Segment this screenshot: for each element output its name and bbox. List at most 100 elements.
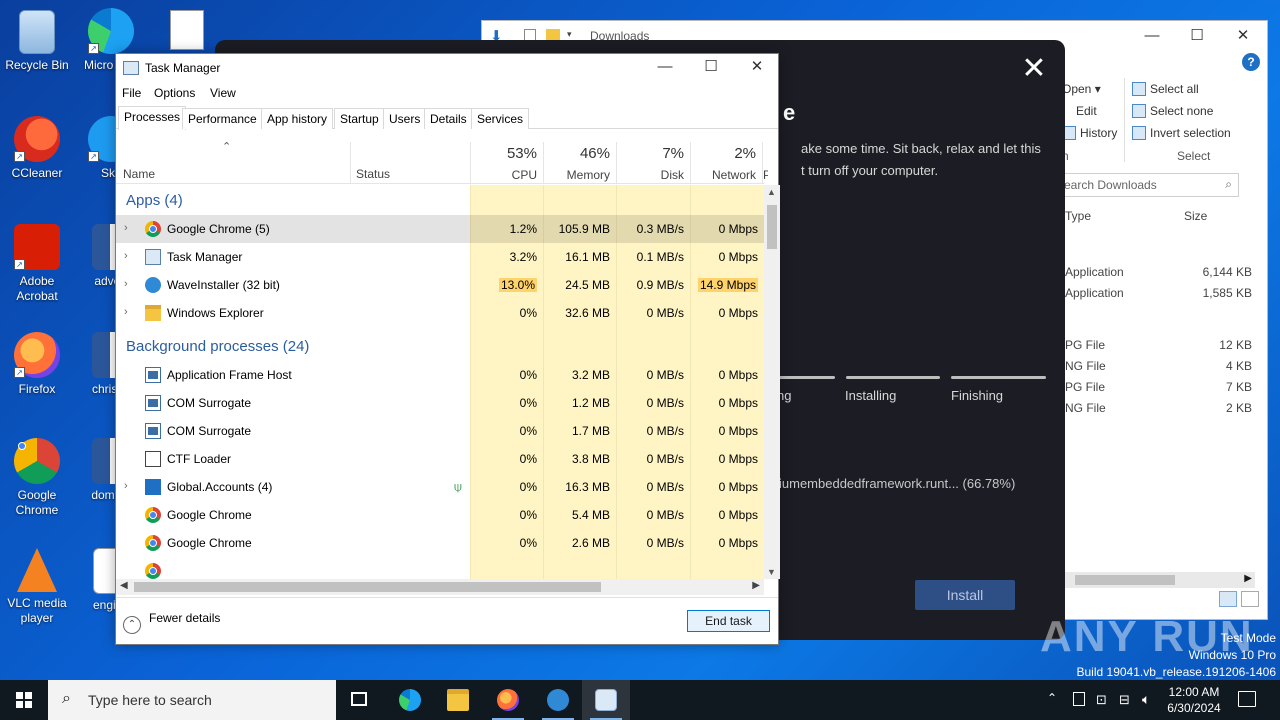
menu-view[interactable]: View [210, 86, 236, 100]
scrollbar-thumb[interactable] [134, 582, 601, 592]
file-row[interactable]: Application 1,585 KB [1065, 286, 1252, 300]
large-icons-view-icon[interactable] [1241, 591, 1259, 607]
column-cpu[interactable]: 53% CPU [470, 142, 543, 184]
tab-app-history[interactable]: App history [261, 108, 334, 129]
taskbar-file-explorer[interactable] [434, 680, 482, 720]
menu-file[interactable]: File [122, 86, 141, 100]
scroll-right-arrow-icon[interactable]: ▶ [752, 580, 760, 591]
process-row[interactable]: Application Frame Host 0% 3.2 MB 0 MB/s 0 Mb… [116, 361, 764, 389]
maximize-button[interactable]: ☐ [1174, 21, 1220, 51]
details-view-icon[interactable] [1219, 591, 1237, 607]
horizontal-scrollbar[interactable]: ▶ [1065, 572, 1255, 588]
minimize-button[interactable]: — [642, 52, 688, 82]
chevron-right-icon[interactable]: › [124, 306, 134, 318]
process-row[interactable] [116, 557, 764, 579]
close-button[interactable]: ✕ [1220, 21, 1266, 51]
network-icon[interactable]: ⊡ [1096, 692, 1107, 720]
desktop-icon-vlc[interactable]: VLC media player [0, 548, 74, 626]
file-row[interactable]: NG File 2 KB [1065, 401, 1252, 415]
ribbon-open-button[interactable]: Open ▾ [1062, 82, 1101, 96]
process-row[interactable]: › Task Manager 3.2% 16.1 MB 0.1 MB/s 0 Mbps [116, 243, 764, 271]
notification-icon[interactable] [1238, 691, 1256, 707]
desktop-icon-recycle-bin[interactable]: Recycle Bin [0, 10, 74, 73]
chevron-right-icon[interactable]: › [124, 250, 134, 262]
desktop-icon-firefox[interactable]: ↗ Firefox [0, 332, 74, 397]
close-button[interactable]: ✕ [734, 52, 780, 82]
volume-icon[interactable]: 🔈︎ [1142, 691, 1150, 720]
vertical-scrollbar[interactable]: ▲ ▼ [764, 185, 780, 579]
scroll-down-arrow-icon[interactable]: ▼ [767, 567, 776, 577]
close-icon[interactable]: ✕ [1019, 54, 1049, 84]
tab-details[interactable]: Details [424, 108, 473, 129]
column-disk[interactable]: 7% Disk [616, 142, 690, 184]
taskbar-search-input[interactable]: ⌕ Type here to search [48, 680, 336, 720]
scroll-left-arrow-icon[interactable]: ◀ [120, 580, 128, 591]
help-icon[interactable]: ? [1242, 53, 1260, 71]
file-icon[interactable] [170, 10, 204, 50]
task-manager-window[interactable]: Task Manager — ☐ ✕ File Options View Pro… [115, 53, 780, 645]
ethernet-icon[interactable]: ⊟ [1119, 692, 1130, 720]
column-memory[interactable]: 46% Memory [543, 142, 616, 184]
process-row[interactable]: CTF Loader 0% 3.8 MB 0 MB/s 0 Mbps [116, 445, 764, 473]
start-button[interactable] [0, 680, 48, 720]
tab-startup[interactable]: Startup [334, 108, 385, 129]
chevron-up-icon[interactable]: ⌃ [1047, 691, 1057, 720]
tab-processes[interactable]: Processes [118, 106, 187, 130]
column-network[interactable]: 2% Network [690, 142, 762, 184]
desktop-icon-ccleaner[interactable]: ↗ CCleaner [0, 116, 74, 181]
scrollbar-thumb[interactable] [767, 205, 777, 249]
sort-up-icon[interactable]: ⌃ [222, 140, 231, 153]
process-row[interactable]: Google Chrome 0% 2.6 MB 0 MB/s 0 Mbps [116, 529, 764, 557]
column-status[interactable]: Status [356, 167, 390, 181]
horizontal-scrollbar[interactable]: ◀ ▶ [116, 579, 764, 595]
title-bar[interactable]: Task Manager — ☐ ✕ [116, 54, 778, 82]
column-type[interactable]: Type [1065, 209, 1091, 223]
minimize-button[interactable]: — [1129, 21, 1175, 51]
taskbar-firefox[interactable] [484, 680, 532, 720]
file-row[interactable]: Application 6,144 KB [1065, 265, 1252, 279]
battery-icon[interactable] [1073, 692, 1085, 706]
scroll-up-arrow-icon[interactable]: ▲ [767, 187, 776, 197]
search-downloads-input[interactable]: earch Downloads ⌕ [1057, 173, 1239, 197]
chevron-right-icon[interactable]: › [124, 278, 134, 290]
install-button[interactable]: Install [915, 580, 1015, 610]
taskbar-waveinstaller[interactable] [534, 680, 582, 720]
process-row[interactable]: › Google Chrome (5) 1.2% 105.9 MB 0.3 MB/s 0 … [116, 215, 764, 243]
invert-selection-button[interactable]: Invert selection [1132, 126, 1231, 140]
file-row[interactable]: PG File 7 KB [1065, 380, 1252, 394]
end-task-button[interactable]: End task [687, 610, 770, 632]
process-row[interactable]: › Global.Accounts (4) ⍦ 0% 16.3 MB 0 MB/s 0 Mb… [116, 473, 764, 501]
chevron-right-icon[interactable]: › [124, 222, 134, 234]
task-view-button[interactable] [336, 680, 384, 720]
tab-performance[interactable]: Performance [182, 108, 263, 129]
chevron-right-icon[interactable]: › [124, 480, 134, 492]
taskbar-task-manager[interactable] [582, 680, 630, 720]
fewer-details-button[interactable]: ⌃ Fewer details [123, 611, 220, 634]
desktop-icon-google-chrome[interactable]: Google Chrome [0, 438, 74, 518]
file-row[interactable]: NG File 4 KB [1065, 359, 1252, 373]
ribbon-edit-button[interactable]: Edit [1076, 104, 1097, 118]
acrobat-icon: ↗ [14, 224, 60, 270]
maximize-button[interactable]: ☐ [688, 52, 734, 82]
select-all-button[interactable]: Select all [1132, 82, 1199, 96]
ribbon-history-button[interactable]: History [1062, 126, 1117, 140]
process-row[interactable]: › WaveInstaller (32 bit) 13.0% 24.5 MB 0.9 M… [116, 271, 764, 299]
column-size[interactable]: Size [1184, 209, 1207, 223]
process-row[interactable]: COM Surrogate 0% 1.7 MB 0 MB/s 0 Mbps [116, 417, 764, 445]
tab-services[interactable]: Services [471, 108, 530, 129]
select-none-button[interactable]: Select none [1132, 104, 1213, 118]
process-row[interactable]: COM Surrogate 0% 1.2 MB 0 MB/s 0 Mbps [116, 389, 764, 417]
taskbar-edge[interactable] [386, 680, 434, 720]
desktop-icon-adobe-acrobat[interactable]: ↗ Adobe Acrobat [0, 224, 74, 304]
column-name[interactable]: Name [123, 167, 155, 181]
chevron-down-icon[interactable]: ▾ [567, 29, 572, 40]
tab-users[interactable]: Users [383, 108, 427, 129]
process-row[interactable]: Google Chrome 0% 5.4 MB 0 MB/s 0 Mbps [116, 501, 764, 529]
scroll-right-arrow-icon[interactable]: ▶ [1244, 573, 1252, 584]
taskbar-clock[interactable]: 12:00 AM 6/30/2024 [1166, 684, 1222, 716]
menu-options[interactable]: Options [154, 86, 195, 100]
scrollbar-thumb[interactable] [1075, 575, 1175, 585]
process-row[interactable]: › Windows Explorer 0% 32.6 MB 0 MB/s 0 Mbps [116, 299, 764, 327]
column-power[interactable]: P [762, 142, 768, 184]
file-row[interactable]: PG File 12 KB [1065, 338, 1252, 352]
